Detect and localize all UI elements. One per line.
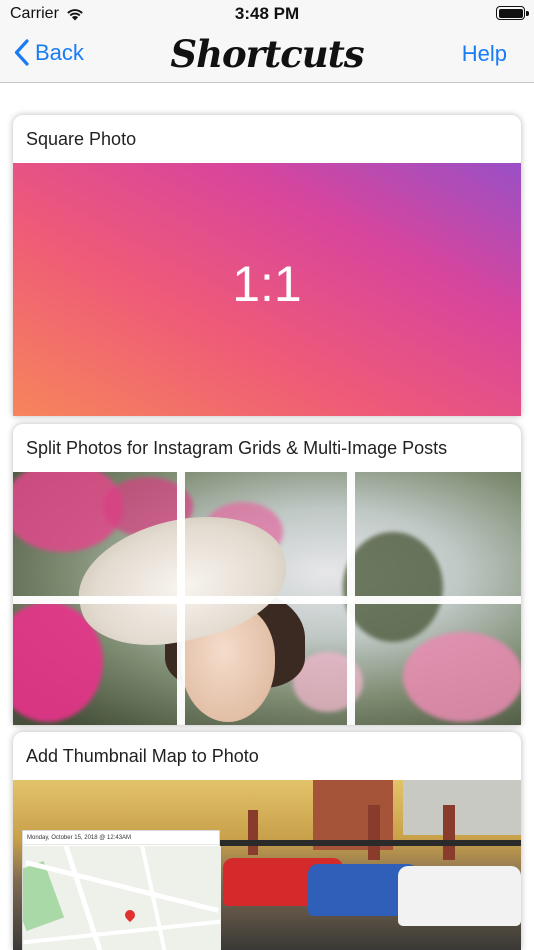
white-car-shape [398,866,521,926]
card-title: Add Thumbnail Map to Photo [26,746,259,766]
card-title: Split Photos for Instagram Grids & Multi… [26,438,448,458]
fence-pillar [443,805,455,860]
fence-pillar [248,810,258,855]
shortcut-card-split-photos[interactable]: Split Photos for Instagram Grids & Multi… [13,424,521,725]
status-bar: Carrier 3:48 PM [0,0,534,28]
grid-divider-horizontal [13,596,521,604]
map-date-label: Monday, October 15, 2018 @ 12:43AM [23,831,219,845]
foliage-shape [343,532,443,642]
blossom-shape [403,632,521,722]
street-photo-image: Monday, October 15, 2018 @ 12:43AM [13,780,521,950]
battery-icon [496,6,529,20]
thumbnail-map: Monday, October 15, 2018 @ 12:43AM [22,830,221,950]
card-title: Square Photo [26,129,137,149]
shortcut-card-thumbnail-map[interactable]: Add Thumbnail Map to Photo Monday, Octob… [13,732,521,950]
navigation-bar: Shortcuts Back Help [0,28,534,83]
map-area [23,846,221,950]
status-time: 3:48 PM [234,4,300,23]
help-button[interactable]: Help [462,41,507,67]
fence-shape [208,840,521,846]
fence-pillar [368,805,380,860]
map-pin-icon [122,907,138,923]
chevron-left-icon [14,39,29,66]
building-shape [403,780,521,835]
map-road [23,919,221,945]
back-button[interactable]: Back [14,39,84,66]
split-photo-grid-image [13,472,521,725]
square-photo-gradient-image: 1:1 [13,163,521,416]
shortcut-card-square-photo[interactable]: Square Photo 1:1 [13,115,521,416]
back-label: Back [35,39,84,65]
aspect-ratio-label: 1:1 [232,256,302,312]
